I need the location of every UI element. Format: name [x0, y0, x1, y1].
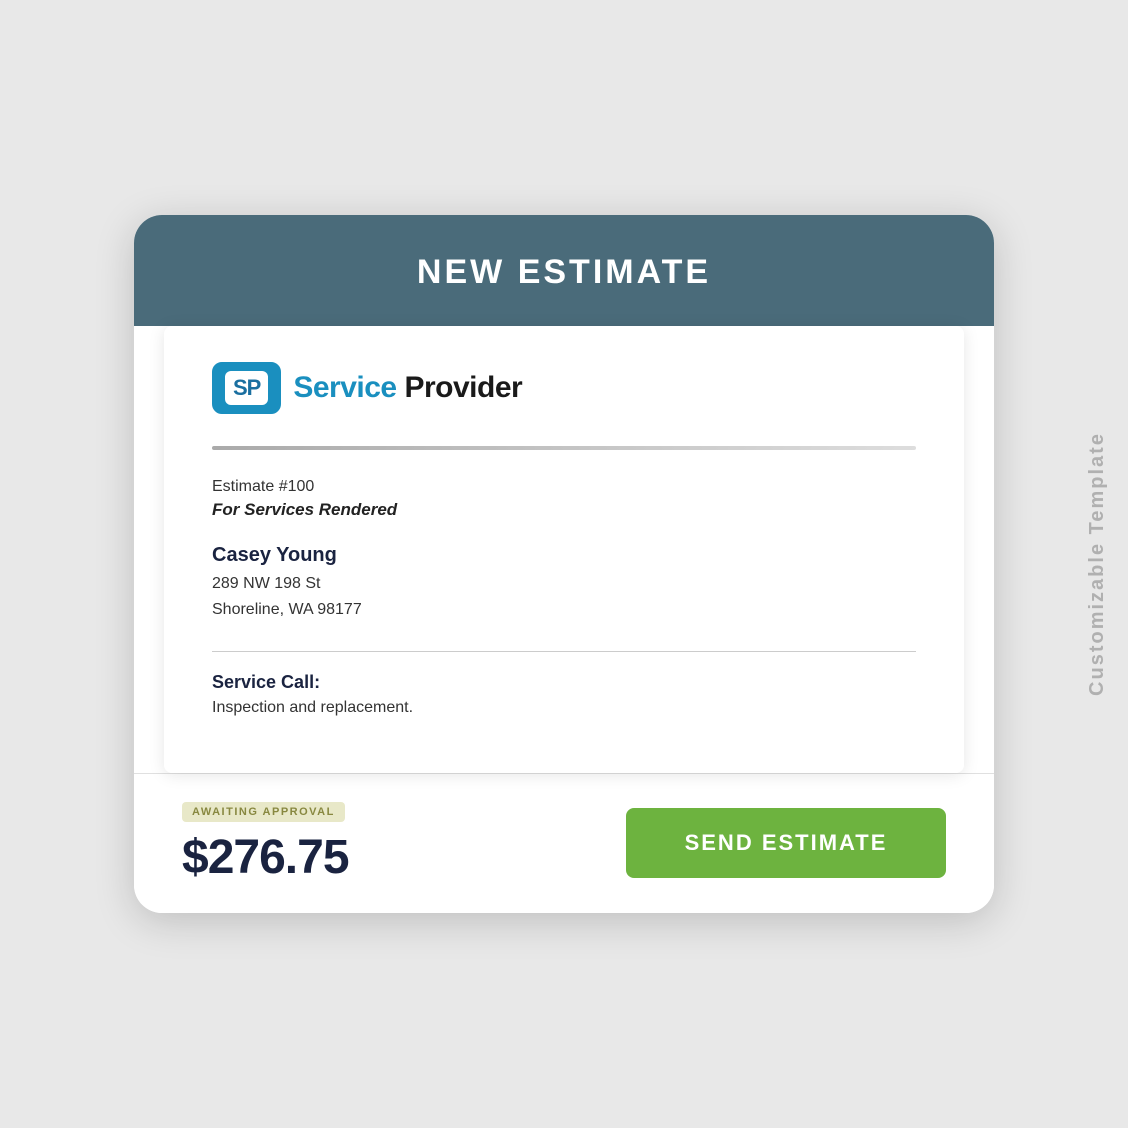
- customizable-template-label: Customizable Template: [1086, 432, 1109, 696]
- document-area: SP Service Provider Estimate #100 Fo: [164, 326, 964, 772]
- logo-badge: SP: [212, 362, 281, 414]
- top-divider: [212, 446, 916, 450]
- customer-address-line1: 289 NW 198 St: [212, 571, 916, 597]
- status-badge: AWAITING APPROVAL: [182, 802, 345, 822]
- logo-text: Service Provider: [293, 371, 522, 405]
- device-card: NEW ESTIMATE SP Service Provide: [134, 215, 994, 912]
- service-section: Service Call: Inspection and replacement…: [212, 672, 916, 717]
- service-label: Service Call:: [212, 672, 916, 693]
- device-header: NEW ESTIMATE: [134, 215, 994, 326]
- customer-info: Casey Young 289 NW 198 St Shoreline, WA …: [212, 544, 916, 622]
- estimate-header-title: NEW ESTIMATE: [174, 253, 954, 292]
- bottom-bar: AWAITING APPROVAL $276.75 SEND ESTIMATE: [134, 773, 994, 913]
- mid-divider: [212, 651, 916, 652]
- document-main-content: SP Service Provider Estimate #100 Fo: [134, 326, 994, 912]
- service-description: Inspection and replacement.: [212, 699, 916, 717]
- logo-badge-inner: SP: [225, 371, 268, 405]
- customer-address: 289 NW 198 St Shoreline, WA 98177: [212, 571, 916, 622]
- logo-provider-word: Provider: [404, 371, 522, 404]
- customer-address-line2: Shoreline, WA 98177: [212, 597, 916, 623]
- status-amount-group: AWAITING APPROVAL $276.75: [182, 802, 349, 885]
- estimate-info: Estimate #100 For Services Rendered: [212, 478, 916, 520]
- customer-name: Casey Young: [212, 544, 916, 567]
- outer-wrapper: Customizable Template NEW ESTIMATE SP: [84, 74, 1044, 1054]
- estimate-amount: $276.75: [182, 830, 349, 885]
- document-inner: SP Service Provider Estimate #100 Fo: [164, 326, 964, 772]
- logo-area: SP Service Provider: [212, 362, 916, 414]
- logo-badge-text: SP: [233, 375, 260, 400]
- estimate-number: Estimate #100: [212, 478, 916, 496]
- send-estimate-button[interactable]: SEND ESTIMATE: [626, 808, 946, 878]
- logo-service-word: Service: [293, 371, 396, 404]
- estimate-subtitle: For Services Rendered: [212, 500, 916, 520]
